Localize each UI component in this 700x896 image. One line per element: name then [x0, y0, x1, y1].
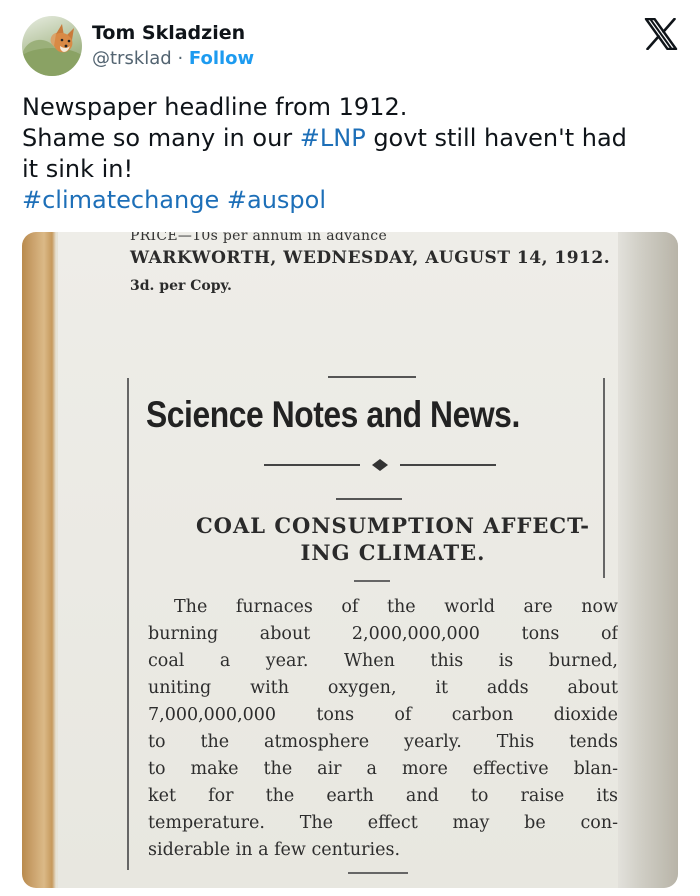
- article-line: siderable in a few centuries.: [148, 840, 401, 860]
- copy-price: 3d. per Copy.: [130, 278, 232, 294]
- avatar[interactable]: [22, 16, 82, 76]
- article-body: The furnaces of the world are now burnin…: [148, 594, 618, 864]
- section-title: Science Notes and News.: [146, 394, 520, 435]
- hashtag-lnp[interactable]: #LNP: [300, 124, 366, 152]
- article-line: 7,000,000,000 tons of carbon dioxide: [148, 705, 618, 725]
- tweet-text-segment: govt still haven't had: [365, 124, 627, 152]
- article-line: to the atmosphere yearly. This tends: [148, 732, 618, 752]
- newspaper-clipping: PRICE—10s per annum in advance WARKWORTH…: [58, 232, 626, 888]
- price-line: PRICE—10s per annum in advance: [130, 232, 388, 244]
- follow-button[interactable]: Follow: [189, 48, 254, 69]
- x-logo-icon[interactable]: [644, 17, 678, 51]
- user-handle-row: @trsklad · Follow: [92, 48, 254, 69]
- article-line: to make the air a more effective blan-: [148, 759, 618, 779]
- divider-rule: [336, 498, 402, 500]
- tweet-photo[interactable]: PRICE—10s per annum in advance WARKWORTH…: [22, 232, 678, 888]
- article-title: COAL CONSUMPTION AFFECT- ING CLIMATE.: [158, 512, 628, 566]
- article-line: ket for the earth and to raise its: [148, 786, 618, 806]
- frame-edge: [618, 232, 678, 888]
- ornament-divider-icon: [264, 459, 496, 471]
- tweet-line: Shame so many in our #LNP govt still hav…: [22, 123, 682, 154]
- article-line: burning about 2,000,000,000 tons of: [148, 624, 618, 644]
- newspaper-dateline: WARKWORTH, WEDNESDAY, AUGUST 14, 1912.: [130, 248, 611, 268]
- tweet-text: Newspaper headline from 1912. Shame so m…: [22, 92, 682, 216]
- tweet-line: #climatechange #auspol: [22, 185, 682, 216]
- tweet-line: Newspaper headline from 1912.: [22, 93, 408, 121]
- user-handle[interactable]: @trsklad: [92, 48, 172, 69]
- article-title-line: ING CLIMATE.: [300, 540, 486, 565]
- article-line: coal a year. When this is burned,: [148, 651, 618, 671]
- divider-rule: [354, 580, 390, 582]
- user-name[interactable]: Tom Skladzien: [92, 22, 245, 44]
- article-title-line: COAL CONSUMPTION AFFECT-: [195, 513, 591, 538]
- article-line: temperature. The effect may be con-: [148, 813, 618, 833]
- divider-rule: [348, 872, 408, 874]
- separator-dot: ·: [171, 48, 189, 69]
- column-rule-left: [127, 378, 129, 870]
- tweet-line: it sink in!: [22, 155, 134, 183]
- article-line: The furnaces of the world are now: [174, 597, 618, 617]
- hashtag-climatechange[interactable]: #climatechange: [22, 186, 219, 214]
- fox-avatar-icon: [22, 24, 82, 76]
- tweet-text-segment: Shame so many in our: [22, 124, 300, 152]
- hashtag-auspol[interactable]: #auspol: [227, 186, 326, 214]
- article-line: uniting with oxygen, it adds about: [148, 678, 618, 698]
- divider-rule: [328, 376, 416, 378]
